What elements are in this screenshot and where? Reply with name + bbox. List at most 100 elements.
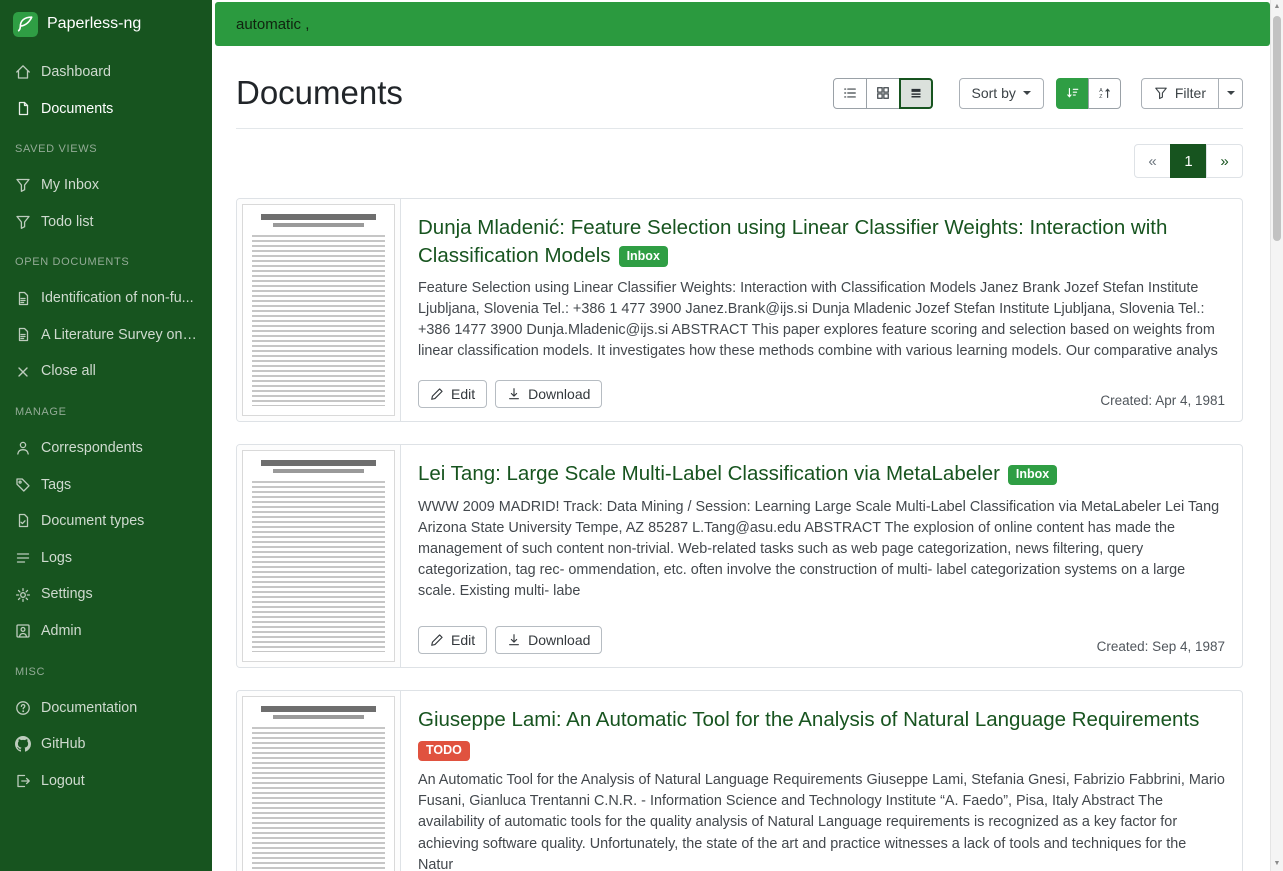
main-content: Documents Sort by	[212, 48, 1270, 871]
thumbnail-page	[242, 204, 395, 416]
view-list-button[interactable]	[833, 78, 867, 109]
sidebar-item-close-all[interactable]: Close all	[0, 353, 212, 390]
thumbnail-subtitle-line	[273, 715, 364, 719]
sidebar-item-label: Identification of non-fu...	[41, 289, 194, 308]
edit-label: Edit	[451, 386, 475, 402]
filter-dropdown-toggle[interactable]	[1218, 78, 1243, 109]
gear-icon	[15, 587, 31, 603]
sidebar-item-logs[interactable]: Logs	[0, 540, 212, 577]
filter-label: Filter	[1175, 85, 1206, 101]
sidebar-item-admin[interactable]: Admin	[0, 613, 212, 650]
sort-alphabetical-button[interactable]: AZ	[1088, 78, 1121, 109]
app-logo[interactable]: Paperless-ng	[0, 0, 212, 48]
sidebar-item-label: Logs	[41, 549, 72, 568]
created-date: Created: Sep 4, 1987	[1097, 639, 1225, 654]
document-card: Lei Tang: Large Scale Multi-Label Classi…	[236, 444, 1243, 668]
sidebar-item-label: Documentation	[41, 699, 137, 718]
document-thumbnail[interactable]	[237, 199, 401, 421]
sidebar-item-document-types[interactable]: Document types	[0, 503, 212, 540]
document-title-link[interactable]: Lei Tang: Large Scale Multi-Label Classi…	[418, 462, 1000, 485]
funnel-icon	[15, 177, 31, 193]
sidebar-item-tags[interactable]: Tags	[0, 467, 212, 504]
scrollbar-thumb[interactable]	[1273, 16, 1281, 241]
list-icon	[15, 550, 31, 566]
thumbnail-subtitle-line	[273, 469, 364, 473]
filter-group: Filter	[1141, 78, 1243, 109]
edit-button[interactable]: Edit	[418, 626, 487, 654]
pagination-page-1-button[interactable]: 1	[1170, 144, 1207, 178]
sidebar-item-label: My Inbox	[41, 176, 99, 195]
document-thumbnail[interactable]	[237, 445, 401, 667]
thumbnail-title-line	[261, 460, 376, 466]
document-card-footer: Edit Download Created: Sep 4, 1987	[418, 612, 1225, 654]
pagination-next-button[interactable]: »	[1206, 144, 1243, 178]
tag-badge-inbox[interactable]: Inbox	[619, 246, 668, 267]
scrollbar-up-arrow[interactable]: ▲	[1271, 0, 1283, 14]
document-excerpt: WWW 2009 MADRID! Track: Data Mining / Se…	[418, 497, 1225, 602]
svg-text:Z: Z	[1099, 94, 1102, 100]
documents-toolbar: Sort by AZ Filter	[833, 78, 1243, 109]
download-button[interactable]: Download	[495, 626, 602, 654]
sort-descending-button[interactable]	[1056, 78, 1089, 109]
documents-icon	[15, 101, 31, 117]
sidebar-item-my-inbox[interactable]: My Inbox	[0, 167, 212, 204]
document-title-link[interactable]: Giuseppe Lami: An Automatic Tool for the…	[418, 708, 1199, 731]
document-list: Dunja Mladenić: Feature Selection using …	[236, 198, 1243, 871]
sort-direction-group: AZ	[1056, 78, 1121, 109]
house-icon	[15, 64, 31, 80]
scrollbar-down-arrow[interactable]: ▼	[1271, 857, 1283, 871]
view-grid-button[interactable]	[866, 78, 900, 109]
sidebar-item-github[interactable]: GitHub	[0, 726, 212, 763]
thumbnail-text-lines	[252, 481, 385, 652]
person-icon	[15, 440, 31, 456]
thumbnail-title-line	[261, 214, 376, 220]
caret-down-icon	[1023, 91, 1031, 95]
document-title: Lei Tang: Large Scale Multi-Label Classi…	[418, 460, 1225, 488]
sidebar-section-saved-views: SAVED VIEWS	[0, 127, 212, 161]
tag-badge-todo[interactable]: TODO	[418, 741, 470, 762]
sidebar-item-label: GitHub	[41, 735, 86, 754]
caret-down-icon	[1227, 91, 1235, 95]
document-thumbnail[interactable]	[237, 691, 401, 871]
vertical-scrollbar[interactable]: ▲ ▼	[1270, 0, 1283, 871]
sidebar-item-todo-list[interactable]: Todo list	[0, 204, 212, 241]
close-icon	[15, 364, 31, 380]
sidebar-item-label: Dashboard	[41, 63, 111, 82]
pagination: « 1 »	[236, 144, 1243, 178]
document-actions: Edit Download	[418, 380, 602, 408]
sidebar-item-open-document-1[interactable]: Identification of non-fu...	[0, 280, 212, 317]
edit-button[interactable]: Edit	[418, 380, 487, 408]
sidebar-item-logout[interactable]: Logout	[0, 763, 212, 800]
sidebar-item-label: Tags	[41, 476, 71, 495]
pagination-prev-button[interactable]: «	[1134, 144, 1171, 178]
download-button[interactable]: Download	[495, 380, 602, 408]
search-input[interactable]	[215, 2, 1270, 46]
filter-button[interactable]: Filter	[1141, 78, 1219, 109]
tag-badge-row: TODO	[418, 741, 1225, 762]
document-card-footer: Edit Download Created: Apr 4, 1981	[418, 366, 1225, 408]
sidebar-item-label: Documents	[41, 100, 113, 119]
sidebar-item-correspondents[interactable]: Correspondents	[0, 430, 212, 467]
download-label: Download	[528, 386, 590, 402]
sidebar-item-settings[interactable]: Settings	[0, 576, 212, 613]
sidebar-item-open-document-2[interactable]: A Literature Survey on ...	[0, 317, 212, 354]
document-excerpt: Feature Selection using Linear Classifie…	[418, 278, 1225, 362]
document-title-link[interactable]: Dunja Mladenić: Feature Selection using …	[418, 216, 1167, 267]
document-card-body: Lei Tang: Large Scale Multi-Label Classi…	[401, 445, 1242, 667]
tag-badge-inbox[interactable]: Inbox	[1008, 465, 1057, 486]
thumbnail-text-lines	[252, 727, 385, 871]
sidebar: Paperless-ng Dashboard Documents SAVED V…	[0, 0, 212, 871]
sidebar-item-label: Correspondents	[41, 439, 143, 458]
sidebar-item-dashboard[interactable]: Dashboard	[0, 54, 212, 91]
view-detail-button[interactable]	[899, 78, 933, 109]
sort-by-dropdown[interactable]: Sort by	[959, 78, 1044, 109]
sidebar-item-documents[interactable]: Documents	[0, 91, 212, 128]
github-icon	[15, 736, 31, 752]
file-text-icon	[15, 291, 31, 307]
file-text-icon	[15, 327, 31, 343]
sidebar-section-open-documents: OPEN DOCUMENTS	[0, 240, 212, 274]
sort-by-label: Sort by	[972, 85, 1016, 101]
document-excerpt: An Automatic Tool for the Analysis of Na…	[418, 770, 1225, 871]
sidebar-item-documentation[interactable]: Documentation	[0, 690, 212, 727]
sidebar-section-misc: MISC	[0, 650, 212, 684]
